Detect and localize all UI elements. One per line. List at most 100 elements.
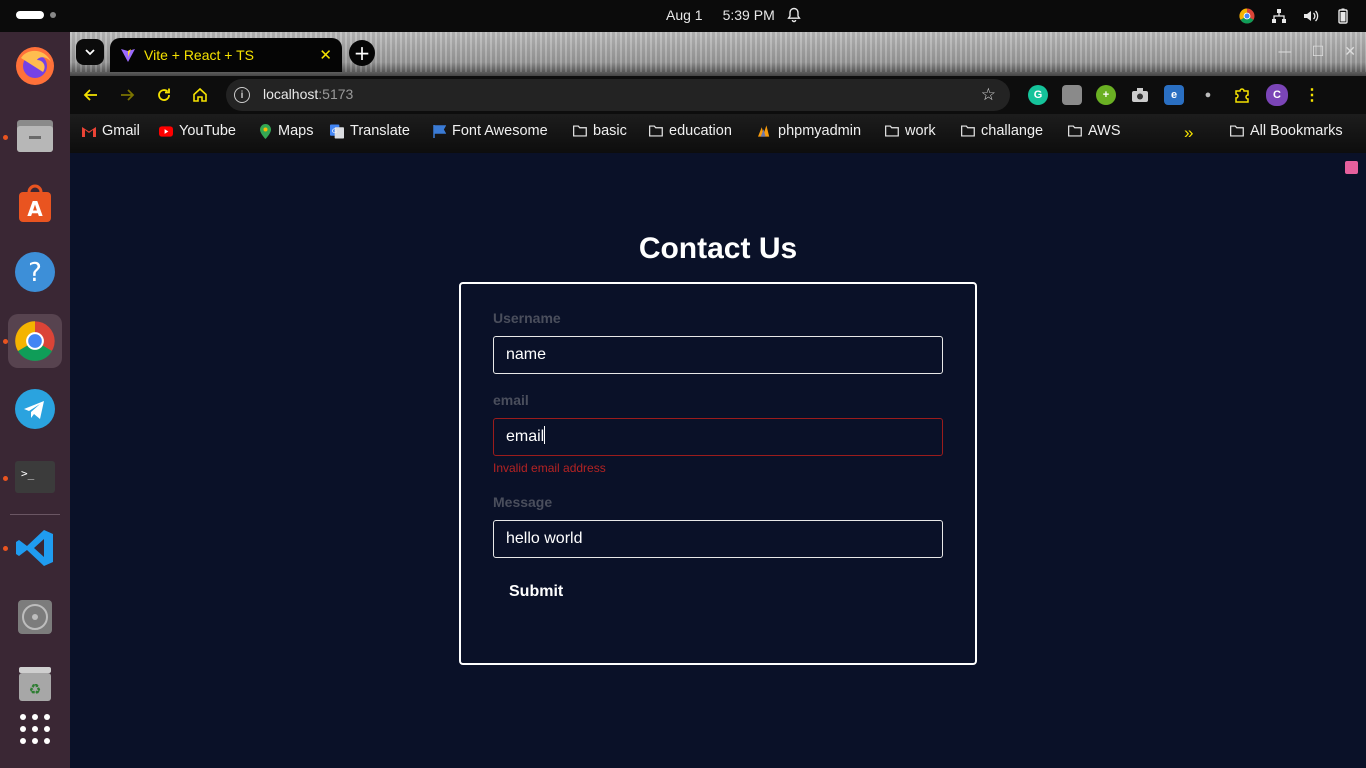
font-awesome-icon <box>432 124 446 138</box>
browser-toolbar: i localhost:5173 ☆ G + e ● C ⋮ <box>70 76 1366 114</box>
text-caret <box>544 426 546 444</box>
app-grid-icon[interactable] <box>8 702 62 756</box>
tab-title: Vite + React + TS <box>144 47 254 63</box>
new-tab-button[interactable]: + <box>349 40 375 66</box>
system-top-bar: Aug 1 5:39 PM <box>0 0 1366 32</box>
time-text: 5:39 PM <box>722 7 775 23</box>
system-tray <box>1238 7 1352 25</box>
translate-icon: G <box>330 124 344 138</box>
folder-icon <box>649 124 663 138</box>
svg-text:♻: ♻ <box>29 682 42 698</box>
workspace-indicator <box>16 11 44 19</box>
bookmark-label: YouTube <box>179 123 236 139</box>
svg-text:?: ? <box>28 258 42 288</box>
bookmark-folder-aws[interactable]: AWS <box>1068 123 1121 139</box>
window-controls: — ☐ ✕ <box>1278 44 1356 60</box>
bookmark-label: Gmail <box>102 123 140 139</box>
svg-text:G: G <box>332 126 337 134</box>
dev-badge-icon[interactable] <box>1345 161 1358 174</box>
phpmyadmin-icon <box>758 124 772 138</box>
bookmark-label: AWS <box>1088 123 1121 139</box>
camera-icon[interactable] <box>1130 85 1150 105</box>
bookmark-label: challange <box>981 123 1044 139</box>
bookmark-star-icon[interactable]: ☆ <box>981 85 996 105</box>
folder-icon <box>885 124 899 138</box>
bookmark-label: education <box>669 123 732 139</box>
bookmark-maps[interactable]: Maps <box>258 123 313 139</box>
forward-arrow-icon[interactable] <box>116 84 138 106</box>
address-bar[interactable]: i localhost:5173 ☆ <box>226 79 1010 111</box>
bookmark-label: Font Awesome <box>452 123 548 139</box>
app-center-icon[interactable]: A <box>8 177 62 231</box>
network-icon[interactable] <box>1270 7 1288 25</box>
extension-spy-icon[interactable]: ● <box>1198 85 1218 105</box>
minimize-icon[interactable]: — <box>1278 44 1292 60</box>
more-menu-icon[interactable]: ⋮ <box>1302 85 1322 105</box>
workspace-dot <box>50 12 56 18</box>
url-text[interactable]: localhost:5173 <box>263 86 353 102</box>
chrome-icon[interactable] <box>8 314 62 368</box>
bookmark-label: Translate <box>350 123 410 139</box>
bookmark-font-awesome[interactable]: Font Awesome <box>432 123 548 139</box>
bookmark-folder-challange[interactable]: challange <box>961 123 1043 139</box>
extension-e-icon[interactable]: e <box>1164 85 1184 105</box>
extension-puzzle-gray-icon[interactable] <box>1062 85 1082 105</box>
contact-form: Username name email email Invalid email … <box>459 282 977 665</box>
maximize-icon[interactable]: ☐ <box>1312 44 1325 60</box>
bookmark-translate[interactable]: G Translate <box>330 123 410 139</box>
extensions-row: G + e ● C ⋮ <box>1028 84 1322 106</box>
email-input[interactable]: email <box>493 418 943 456</box>
dock-separator <box>10 514 60 515</box>
notification-bell-icon[interactable] <box>786 7 802 27</box>
extension-add-green-icon[interactable]: + <box>1096 85 1116 105</box>
message-input[interactable]: hello world <box>493 520 943 558</box>
profile-avatar[interactable]: C <box>1266 84 1288 106</box>
bookmark-youtube[interactable]: YouTube <box>159 123 236 139</box>
tab-active[interactable]: Vite + React + TS ✕ <box>110 38 342 72</box>
bookmark-label: Maps <box>278 123 314 139</box>
web-page: Contact Us Username name email email Inv… <box>70 153 1366 768</box>
vscode-icon[interactable] <box>8 521 62 575</box>
tab-close-icon[interactable]: ✕ <box>319 46 332 64</box>
bookmarks-overflow-button[interactable]: » <box>1184 123 1193 143</box>
activities-button[interactable] <box>16 11 56 19</box>
maps-icon <box>258 123 272 139</box>
svg-text:A: A <box>27 197 43 221</box>
site-info-icon[interactable]: i <box>234 87 250 103</box>
help-icon[interactable]: ? <box>8 245 62 299</box>
back-arrow-icon[interactable] <box>80 84 102 106</box>
username-input[interactable]: name <box>493 336 943 374</box>
home-icon[interactable] <box>189 84 211 106</box>
close-window-icon[interactable]: ✕ <box>1344 44 1356 60</box>
chrome-tray-icon[interactable] <box>1238 7 1256 25</box>
date-text: Aug 1 <box>666 7 703 23</box>
grammarly-icon[interactable]: G <box>1028 85 1048 105</box>
bookmark-folder-work[interactable]: work <box>885 123 936 139</box>
email-input-value: email <box>506 428 545 445</box>
svg-text:>_: >_ <box>21 467 35 480</box>
disc-icon[interactable] <box>8 590 62 644</box>
submit-button[interactable]: Submit <box>509 583 563 601</box>
extensions-puzzle-icon[interactable] <box>1232 85 1252 105</box>
folder-icon <box>1068 124 1082 138</box>
telegram-icon[interactable] <box>8 382 62 436</box>
tab-search-button[interactable] <box>76 39 104 65</box>
bookmark-folder-education[interactable]: education <box>649 123 732 139</box>
youtube-icon <box>159 124 173 138</box>
bookmark-label: phpmyadmin <box>778 123 862 139</box>
bookmark-folder-basic[interactable]: basic <box>573 123 627 139</box>
clock[interactable]: Aug 1 5:39 PM <box>666 7 775 23</box>
reload-icon[interactable] <box>153 84 175 106</box>
email-error-message: Invalid email address <box>493 461 606 475</box>
terminal-icon[interactable]: >_ <box>8 450 62 504</box>
vite-logo-icon <box>121 49 135 62</box>
volume-icon[interactable] <box>1302 7 1320 25</box>
message-label: Message <box>493 494 553 510</box>
files-icon[interactable] <box>8 109 62 163</box>
all-bookmarks-button[interactable]: All Bookmarks <box>1230 123 1343 139</box>
battery-icon[interactable] <box>1334 7 1352 25</box>
bookmark-gmail[interactable]: Gmail <box>82 123 140 139</box>
ubuntu-dock: A ? >_ ♻ <box>0 32 70 768</box>
bookmark-phpmyadmin[interactable]: phpmyadmin <box>758 123 861 139</box>
firefox-icon[interactable] <box>8 39 62 93</box>
